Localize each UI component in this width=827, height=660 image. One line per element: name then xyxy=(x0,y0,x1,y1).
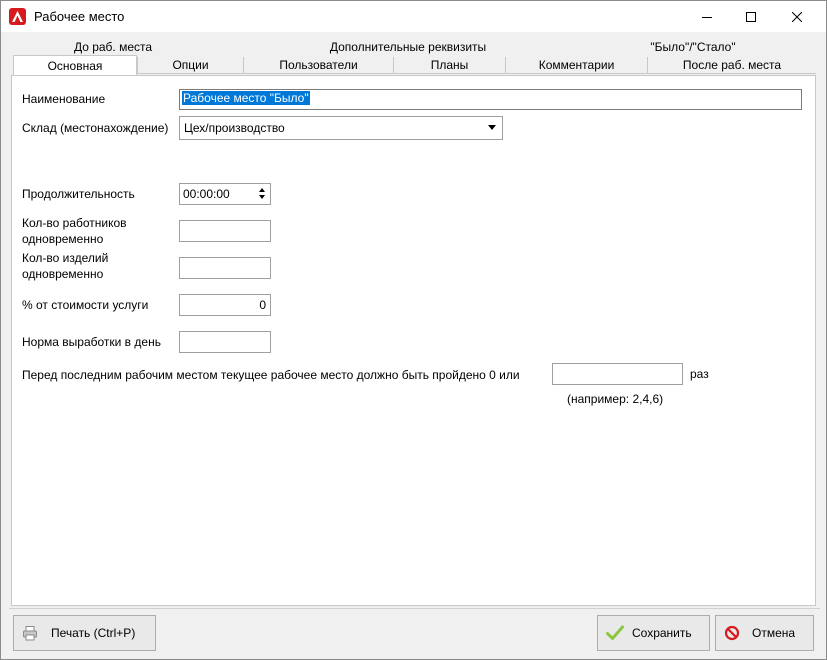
workers-label-line2: одновременно xyxy=(22,232,104,246)
pass-hint: (например: 2,4,6) xyxy=(567,392,664,406)
duration-value: 00:00:00 xyxy=(183,187,230,201)
workers-label-line1: Кол-во работников xyxy=(22,216,127,230)
title-bar[interactable]: Рабочее место xyxy=(1,1,826,32)
checkmark-icon xyxy=(606,625,624,644)
items-label-line1: Кол-во изделий xyxy=(22,251,109,265)
name-label: Наименование xyxy=(22,92,106,106)
spin-down-icon[interactable] xyxy=(259,195,265,199)
pass-input[interactable] xyxy=(552,363,683,385)
warehouse-select[interactable]: Цех/производство xyxy=(179,116,503,140)
printer-icon xyxy=(22,625,38,644)
print-label: Печать (Ctrl+P) xyxy=(51,626,136,640)
chevron-down-icon[interactable] xyxy=(488,125,496,130)
tab-additional-details[interactable]: Дополнительные реквизиты xyxy=(303,38,513,55)
percent-label: % от стоимости услуги xyxy=(22,298,149,312)
duration-spinbox[interactable]: 00:00:00 xyxy=(179,183,271,205)
close-icon xyxy=(792,11,802,22)
spin-up-icon[interactable] xyxy=(259,188,265,192)
items-label-line2: одновременно xyxy=(22,267,104,281)
tab-plans[interactable]: Планы xyxy=(393,57,505,74)
cancel-button[interactable]: Отмена xyxy=(715,615,814,651)
warehouse-label: Склад (местонахождение) xyxy=(22,121,169,135)
name-input[interactable]: Рабочее место "Было" xyxy=(179,89,802,110)
minimize-button[interactable] xyxy=(684,1,730,32)
minimize-icon xyxy=(702,16,712,18)
tab-users[interactable]: Пользователи xyxy=(243,57,393,74)
tab-comments[interactable]: Комментарии xyxy=(505,57,647,74)
warehouse-value: Цех/производство xyxy=(184,121,285,135)
norm-label: Норма выработки в день xyxy=(22,335,161,349)
duration-label: Продолжительность xyxy=(22,187,135,201)
name-value: Рабочее место "Было" xyxy=(182,91,310,105)
main-panel: Наименование Рабочее место "Было" Склад … xyxy=(11,75,816,606)
maximize-icon xyxy=(746,11,756,22)
pass-suffix: раз xyxy=(690,367,709,381)
tab-before-workplace[interactable]: До раб. места xyxy=(13,38,213,55)
workers-input[interactable] xyxy=(179,220,271,242)
dialog-window: Рабочее место До раб. места Дополнительн… xyxy=(0,0,827,660)
tab-after-workplace[interactable]: После раб. места xyxy=(647,57,816,74)
divider xyxy=(9,608,820,609)
tab-options[interactable]: Опции xyxy=(137,57,243,74)
pass-label: Перед последним рабочим местом текущее р… xyxy=(22,368,520,382)
cancel-label: Отмена xyxy=(752,626,796,640)
tab-main[interactable]: Основная xyxy=(13,55,137,75)
tab-was-became[interactable]: "Было"/"Стало" xyxy=(603,38,783,55)
app-logo-icon xyxy=(9,8,26,25)
close-button[interactable] xyxy=(774,1,820,32)
maximize-button[interactable] xyxy=(728,1,774,32)
window-title: Рабочее место xyxy=(34,9,125,24)
save-button[interactable]: Сохранить xyxy=(597,615,710,651)
percent-value: 0 xyxy=(259,298,266,312)
norm-input[interactable] xyxy=(179,331,271,353)
save-label: Сохранить xyxy=(632,626,692,640)
print-button[interactable]: Печать (Ctrl+P) xyxy=(13,615,156,651)
cancel-icon xyxy=(724,625,740,644)
items-input[interactable] xyxy=(179,257,271,279)
percent-input[interactable]: 0 xyxy=(179,294,271,316)
